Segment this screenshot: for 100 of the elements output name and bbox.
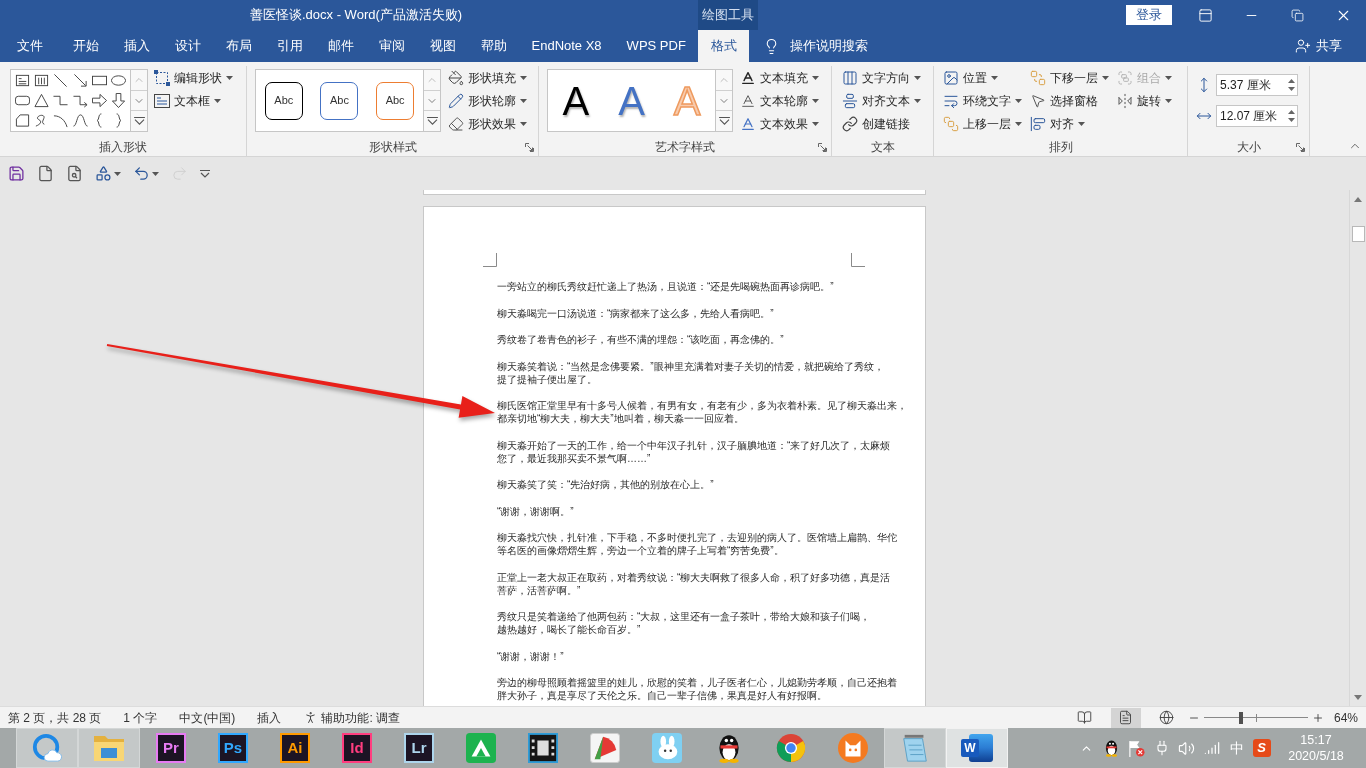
ribbon-tab[interactable]: 视图 — [417, 30, 468, 62]
document-search-icon[interactable] — [66, 165, 83, 182]
vertical-text-box-icon[interactable] — [34, 72, 50, 88]
taskbar-button[interactable]: Pr — [140, 728, 202, 768]
taskbar-button[interactable]: Ps — [202, 728, 264, 768]
ribbon-button[interactable]: 下移一层 — [1027, 66, 1112, 89]
arc-icon[interactable] — [53, 113, 69, 129]
ribbon-button[interactable]: 文字方向 — [839, 66, 933, 89]
height-field[interactable]: 5.37 厘米 — [1216, 74, 1298, 96]
line-icon[interactable] — [53, 72, 69, 88]
status-text[interactable]: 插入 — [257, 708, 282, 727]
ribbon-button[interactable]: 对齐 — [1027, 112, 1112, 135]
book-icon — [1077, 710, 1093, 725]
customize-caret-icon[interactable] — [200, 169, 210, 178]
scroll-up-icon[interactable] — [1354, 197, 1362, 202]
caret-icon[interactable] — [114, 171, 121, 176]
wordart-preset[interactable]: A — [616, 78, 647, 123]
status-text[interactable]: 第 2 页，共 28 页 — [8, 708, 102, 727]
accessibility-button[interactable]: 辅助功能: 调查 — [303, 708, 401, 727]
window-panel-icon[interactable] — [1197, 7, 1213, 23]
ribbon-button[interactable]: 位置 — [940, 66, 1025, 89]
wordart-preset[interactable]: A — [560, 78, 592, 123]
elbow-arrow-icon[interactable] — [72, 93, 88, 108]
ribbon-button[interactable]: 文本填充 — [737, 66, 822, 89]
document-icon[interactable] — [37, 165, 54, 182]
paragraph: “谢谢，谢谢啊。” — [497, 504, 574, 518]
paragraph: 秀纹只是笑着递给了他两包药：“大叔，这里还有一盒子茶叶，带给大娘和孩子们喝， 越热越好，喝长了能长命百岁。” — [497, 610, 871, 636]
ribbon-tab[interactable]: 审阅 — [366, 30, 417, 62]
view-button[interactable] — [1110, 707, 1141, 728]
save-icon[interactable] — [8, 165, 25, 182]
ribbon-tab[interactable]: 插入 — [111, 30, 162, 62]
expand-gallery-icon — [426, 116, 438, 126]
shape-style-preset[interactable]: Abc — [320, 81, 359, 120]
ribbon-button[interactable]: 创建链接 — [839, 112, 933, 135]
zoom-percentage[interactable]: 64% — [1333, 708, 1358, 727]
ribbon-button[interactable]: 形状效果 — [445, 112, 530, 135]
sign-in-button[interactable]: 登录 — [1126, 5, 1172, 25]
rounded-rectangle-icon[interactable] — [15, 93, 31, 108]
shape-style-preset[interactable]: Abc — [376, 81, 415, 120]
curve-icon[interactable] — [72, 113, 88, 129]
ribbon-button[interactable]: 环绕文字 — [940, 89, 1025, 112]
spinner-arrows-icon[interactable] — [1288, 78, 1295, 92]
eraser-icon — [448, 115, 464, 132]
flip-icon — [1117, 92, 1133, 109]
group-label: 排列 — [1048, 140, 1073, 154]
dialog-launcher-icon[interactable] — [818, 143, 827, 152]
dialog-launcher-icon[interactable] — [1296, 143, 1305, 152]
caret-icon[interactable] — [152, 171, 159, 176]
text-box-icon[interactable] — [15, 72, 31, 88]
ribbon-button[interactable]: 选择窗格 — [1027, 89, 1112, 112]
elbow-connector-icon[interactable] — [53, 93, 69, 108]
scroll-thumb[interactable] — [1351, 226, 1365, 242]
ribbon-tab[interactable]: 引用 — [264, 30, 315, 62]
zoom-slider-thumb[interactable] — [1239, 711, 1244, 724]
shape-style-preset[interactable]: Abc — [264, 81, 303, 120]
ribbon-tab[interactable]: EndNote X8 — [519, 30, 615, 62]
tell-me-search[interactable]: 操作说明搜索 — [790, 36, 869, 56]
restore-icon[interactable] — [1290, 8, 1304, 22]
dialog-launcher-icon[interactable] — [525, 143, 534, 152]
app-tile[interactable]: S — [1252, 739, 1271, 757]
taskbar-button[interactable]: Ai — [264, 728, 326, 768]
undo-icon[interactable] — [133, 165, 150, 182]
oval-icon[interactable] — [110, 72, 126, 88]
status-text[interactable]: 中文(中国) — [179, 708, 236, 727]
ribbon-tab[interactable]: WPS PDF — [614, 30, 699, 62]
ribbon-button[interactable]: 对齐文本 — [839, 89, 933, 112]
status-text[interactable]: 1 个字 — [123, 708, 158, 727]
ribbon-button[interactable]: 文本轮廓 — [737, 89, 822, 112]
segmented-circle-icon — [776, 733, 806, 763]
ribbon-tab[interactable]: 设计 — [162, 30, 213, 62]
ribbon-button[interactable]: 上移一层 — [940, 112, 1025, 135]
right-arrow-icon[interactable] — [91, 93, 107, 108]
taskbar-button[interactable]: Lr — [388, 728, 450, 768]
ribbon-button[interactable]: 形状填充 — [445, 66, 530, 89]
ribbon-tab[interactable]: 帮助 — [468, 30, 519, 62]
ribbon-tab[interactable]: 布局 — [213, 30, 264, 62]
scroll-down-icon[interactable] — [1354, 695, 1362, 700]
down-arrow-icon[interactable] — [110, 93, 126, 108]
zoom-in-icon[interactable] — [1311, 711, 1324, 724]
shapes-icon[interactable] — [95, 165, 112, 182]
ribbon-button[interactable]: 编辑形状 — [151, 66, 236, 89]
width-field[interactable]: 12.07 厘米 — [1216, 105, 1298, 127]
ribbon-tab[interactable]: 开始 — [60, 30, 111, 62]
ribbon-button[interactable]: 形状轮廓 — [445, 89, 530, 112]
spinner-arrows-icon[interactable] — [1288, 109, 1295, 123]
freeform-icon[interactable] — [15, 113, 31, 129]
flag-icon[interactable] — [1128, 739, 1145, 757]
ribbon-tab[interactable]: 格式 — [698, 30, 750, 62]
ribbon-tab[interactable]: 邮件 — [315, 30, 366, 62]
ribbon-button[interactable]: 文本框 — [151, 89, 236, 112]
taskbar-button[interactable]: Id — [326, 728, 388, 768]
ribbon-button[interactable]: 旋转 — [1114, 89, 1175, 112]
triangle-icon[interactable] — [34, 93, 50, 108]
share-button[interactable]: 共享 — [1295, 30, 1342, 62]
taskbar-button[interactable]: W — [946, 728, 1008, 768]
ribbon-button[interactable]: 文本效果 — [737, 112, 822, 135]
ribbon-tab[interactable]: 文件 — [0, 30, 60, 62]
zoom-slider[interactable] — [1203, 710, 1308, 725]
group-label: 形状样式 — [368, 140, 417, 154]
arrow-line-icon[interactable] — [72, 72, 88, 88]
